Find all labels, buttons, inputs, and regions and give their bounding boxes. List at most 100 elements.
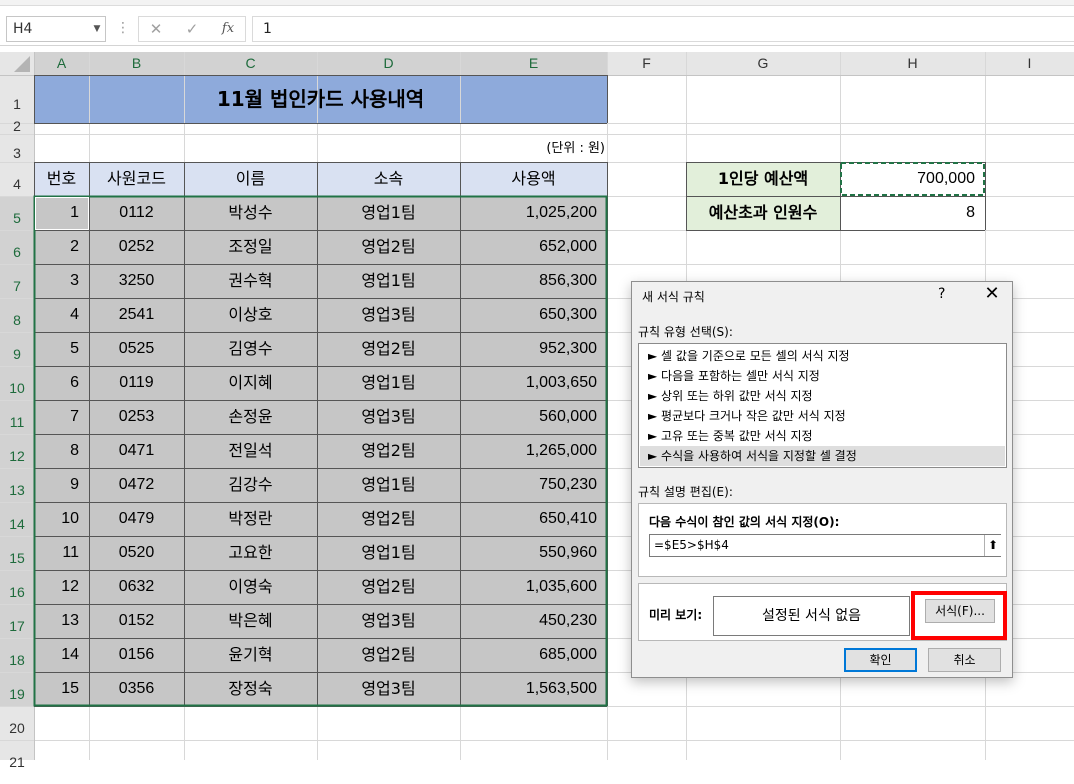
table-cell: 1,265,000 [525, 442, 597, 459]
row-header[interactable]: 17 [0, 604, 34, 638]
table-header-cell: 이름 [235, 169, 266, 188]
table-cell: 영업2팀 [361, 509, 416, 528]
column-header-i[interactable]: I [985, 52, 1074, 75]
row-header[interactable]: 20 [0, 706, 34, 740]
table-cell: 1,003,650 [525, 374, 597, 391]
table-cell: 5 [70, 340, 79, 357]
table-cell: 영업2팀 [361, 577, 416, 596]
table-cell: 3250 [118, 272, 155, 289]
preview-label: 미리 보기: [649, 608, 703, 622]
ok-button[interactable]: 확인 [844, 648, 917, 672]
table-cell: 2 [70, 238, 79, 255]
row-header[interactable]: 3 [0, 134, 34, 162]
table-cell: 고요한 [228, 543, 273, 562]
column-header-e[interactable]: E [460, 52, 607, 75]
table-cell: 650,410 [539, 510, 597, 527]
rule-type-item-selected[interactable]: ► 수식을 사용하여 서식을 지정할 셀 결정 [640, 446, 1005, 466]
column-header-b[interactable]: B [89, 52, 184, 75]
column-header-d[interactable]: D [317, 52, 460, 75]
table-cell: 0525 [118, 340, 155, 357]
row-header[interactable]: 12 [0, 434, 34, 468]
table-cell: 3 [70, 272, 79, 289]
row-header[interactable]: 4 [0, 162, 34, 196]
row-header[interactable]: 6 [0, 230, 34, 264]
table-cell: 0479 [118, 510, 155, 527]
column-header-c[interactable]: C [184, 52, 317, 75]
table-cell: 이상호 [228, 305, 273, 324]
table-cell: 7 [70, 408, 79, 425]
column-header-g[interactable]: G [686, 52, 840, 75]
table-cell: 1,563,500 [525, 680, 597, 697]
table-header-cell: 소속 [373, 169, 404, 188]
table-cell: 영업3팀 [361, 407, 416, 426]
row-header[interactable]: 13 [0, 468, 34, 502]
rule-type-item[interactable]: ► 고유 또는 중복 값만 서식 지정 [640, 426, 1005, 446]
row-header[interactable]: 10 [0, 366, 34, 400]
row-header[interactable]: 9 [0, 332, 34, 366]
table-header-cell: 사용액 [511, 169, 556, 188]
help-icon[interactable]: ? [938, 286, 945, 302]
table-cell: 0472 [118, 476, 155, 493]
table-cell: 권수혁 [228, 271, 273, 290]
column-header-f[interactable]: F [607, 52, 686, 75]
table-cell: 0356 [118, 680, 155, 697]
table-cell: 11 [62, 544, 79, 561]
budget-value-cell: 700,000 [917, 170, 975, 187]
table-cell: 0112 [119, 204, 154, 221]
table-cell: 952,300 [539, 340, 597, 357]
rule-type-item[interactable]: ► 평균보다 크거나 작은 값만 서식 지정 [640, 406, 1005, 426]
table-cell: 12 [61, 578, 79, 595]
table-cell: 영업2팀 [361, 339, 416, 358]
row-header[interactable]: 5 [0, 196, 34, 230]
table-cell: 0152 [118, 612, 155, 629]
rule-type-item[interactable]: ► 셀 값을 기준으로 모든 셀의 서식 지정 [640, 346, 1005, 366]
table-cell: 856,300 [539, 272, 597, 289]
table-cell: 김영수 [228, 339, 273, 358]
rule-type-item[interactable]: ► 다음을 포함하는 셀만 서식 지정 [640, 366, 1005, 386]
row-header[interactable]: 16 [0, 570, 34, 604]
table-cell: 560,000 [539, 408, 597, 425]
cancel-button[interactable]: 취소 [928, 648, 1001, 672]
rule-type-list[interactable]: ► 셀 값을 기준으로 모든 셀의 서식 지정 ► 다음을 포함하는 셀만 서식… [638, 343, 1007, 468]
table-cell: 영업3팀 [361, 305, 416, 324]
table-cell: 박정란 [228, 509, 273, 528]
row-header[interactable]: 18 [0, 638, 34, 672]
close-icon[interactable]: ✕ [982, 283, 1002, 304]
row-header[interactable]: 8 [0, 298, 34, 332]
table-cell: 영업1팀 [361, 543, 416, 562]
table-cell: 영업1팀 [361, 203, 416, 222]
table-cell: 장정숙 [228, 679, 273, 698]
table-cell: 0520 [118, 544, 155, 561]
over-budget-label: 예산초과 인원수 [708, 203, 818, 222]
table-cell: 550,960 [539, 544, 597, 561]
row-header[interactable]: 21 [0, 740, 34, 774]
table-cell: 영업2팀 [361, 645, 416, 664]
row-header[interactable]: 15 [0, 536, 34, 570]
table-header-cell: 사원코드 [107, 169, 166, 188]
table-cell: 9 [70, 476, 79, 493]
table-cell: 영업2팀 [361, 237, 416, 256]
table-cell: 0156 [118, 646, 155, 663]
budget-label: 1인당 예산액 [717, 169, 809, 188]
formula-field[interactable]: =$E5>$H$4 ⬆ [649, 534, 1001, 557]
format-button-highlight [911, 591, 1007, 640]
column-header-a[interactable]: A [34, 52, 89, 75]
column-header-h[interactable]: H [840, 52, 985, 75]
row-header[interactable]: 7 [0, 264, 34, 298]
table-header-cell: 번호 [46, 169, 77, 188]
preview-sample: 설정된 서식 없음 [713, 596, 910, 636]
table-cell: 14 [61, 646, 79, 663]
collapse-dialog-icon[interactable]: ⬆ [984, 535, 1001, 556]
table-cell: 10 [61, 510, 79, 527]
table-cell: 13 [61, 612, 79, 629]
rule-type-item[interactable]: ► 상위 또는 하위 값만 서식 지정 [640, 386, 1005, 406]
row-header[interactable]: 11 [0, 400, 34, 434]
table-cell: 4 [70, 306, 79, 323]
table-cell: 박성수 [228, 203, 273, 222]
row-header[interactable]: 14 [0, 502, 34, 536]
dialog-title: 새 서식 규칙 [642, 290, 705, 304]
row-header[interactable]: 19 [0, 672, 34, 706]
row-header[interactable]: 2 [0, 119, 34, 134]
table-cell: 750,230 [539, 476, 597, 493]
row-header[interactable]: 1 [0, 75, 34, 123]
